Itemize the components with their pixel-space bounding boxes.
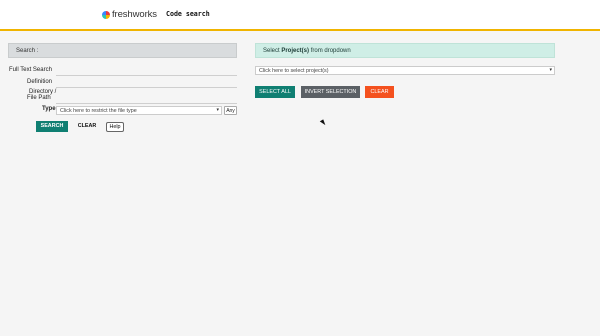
directory-input[interactable] [56,103,237,104]
page-title: Code search [166,10,210,18]
banner-bold: Project(s) [281,48,310,54]
freshworks-logo-icon [102,10,110,19]
select-all-button[interactable]: SELECT ALL [255,86,295,98]
search-button[interactable]: SEARCH [36,121,68,132]
freshworks-logo[interactable]: freshworks [102,9,157,20]
invert-selection-button[interactable]: INVERT SELECTION [301,86,360,98]
top-bar: freshworks Code search [0,0,600,31]
file-type-placeholder: Click here to restrict the file type [60,108,137,114]
project-instruction-banner: Select Project(s) from dropdown [255,43,555,58]
banner-prefix: Select [263,48,282,54]
help-button[interactable]: Help [106,122,124,132]
definition-label: Definition [27,79,53,85]
project-placeholder: Click here to select project(s) [259,68,329,74]
file-path-label: File Path [27,95,51,101]
banner-suffix: from dropdown [309,48,351,54]
chevron-down-icon: ▾ [549,67,552,73]
clear-search-button[interactable]: CLEAR [76,121,98,132]
type-label: Type [42,106,56,112]
clear-projects-button[interactable]: CLEAR [365,86,394,98]
any-type-button[interactable]: Any [224,106,237,115]
search-panel-header: Search : [8,43,237,58]
file-type-select[interactable]: Click here to restrict the file type ▾ [56,106,222,115]
full-text-search-label: Full Text Search [9,67,52,73]
definition-input[interactable] [56,87,237,88]
full-text-search-input[interactable] [56,75,237,76]
mouse-cursor-icon [319,119,327,127]
logo-text: freshworks [112,9,157,20]
project-select[interactable]: Click here to select project(s) ▾ [255,66,555,75]
chevron-down-icon: ▾ [216,107,219,113]
